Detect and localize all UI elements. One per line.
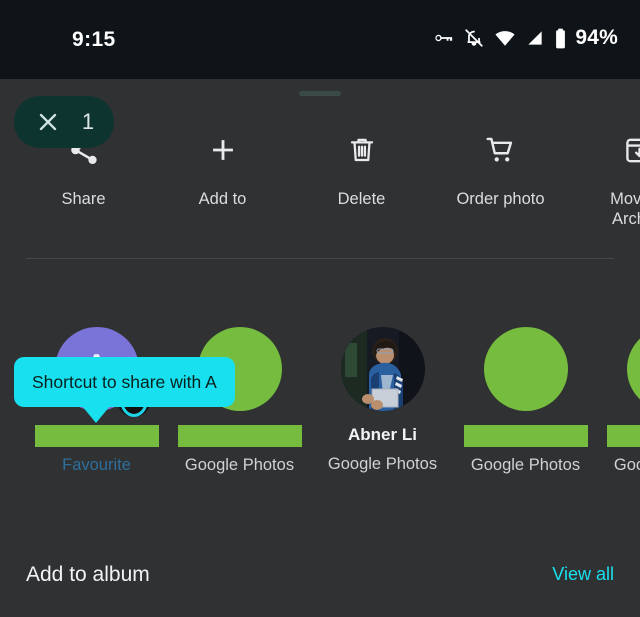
notifications-muted-icon: [463, 27, 485, 49]
share-sheet: Share Add to Delete Order photo Mov Arc …: [0, 79, 640, 617]
drag-handle[interactable]: [299, 91, 341, 96]
status-bar: 9:15 94%: [0, 0, 640, 79]
share-shortcut-tooltip[interactable]: Shortcut to share with A: [14, 357, 235, 423]
status-icons: 94%: [432, 26, 618, 50]
divider: [26, 258, 614, 259]
share-target-subtitle: Google Photos: [184, 456, 295, 474]
action-delete[interactable]: Delete: [292, 109, 431, 244]
name-placeholder-bar: [34, 425, 159, 447]
share-target-subtitle: Favourite: [62, 456, 131, 474]
wifi-icon: [494, 27, 516, 49]
share-target-2[interactable]: Google Photos: [168, 327, 311, 497]
action-add-to[interactable]: Add to: [153, 109, 292, 244]
cart-icon: [484, 127, 518, 173]
share-target-abner-li[interactable]: Abner Li Google Photos: [311, 327, 454, 497]
name-placeholder-bar: [177, 425, 302, 447]
action-label: Order photo: [456, 190, 545, 208]
close-icon[interactable]: [34, 108, 62, 136]
view-all-link[interactable]: View all: [552, 564, 614, 585]
battery-icon: [554, 28, 567, 49]
avatar: [340, 327, 425, 411]
cellular-signal-icon: [525, 28, 545, 48]
avatar-photo: [340, 327, 425, 411]
battery-percent: 94%: [575, 26, 618, 49]
name-placeholder-bar: [463, 425, 588, 447]
tooltip-text: Shortcut to share with A: [32, 372, 217, 392]
action-move-to-archive[interactable]: Move to Archive: [570, 109, 640, 244]
delete-icon: [346, 127, 378, 173]
action-label: Move to Archive: [610, 190, 640, 228]
avatar: [626, 327, 640, 411]
share-target-subtitle: Google Photos: [327, 455, 438, 473]
share-target-4[interactable]: Google Photos: [454, 327, 597, 497]
add-to-album-title: Add to album: [26, 562, 150, 586]
action-label: Add to: [198, 190, 247, 208]
action-label: Share: [61, 190, 106, 208]
vpn-key-icon: [432, 27, 454, 49]
tooltip-tail: [82, 406, 110, 423]
add-to-album-row: Add to album View all: [0, 542, 640, 617]
selection-count-chip[interactable]: 1: [14, 96, 114, 148]
selection-count: 1: [81, 109, 95, 134]
avatar: [483, 327, 568, 411]
action-label: Delete: [337, 190, 386, 208]
share-target-5[interactable]: Google Photos: [597, 327, 640, 497]
name-placeholder-bar: [606, 425, 640, 447]
archive-icon: [623, 127, 640, 173]
share-target-subtitle: Google Photos: [613, 456, 640, 474]
action-order-photo[interactable]: Order photo: [431, 109, 570, 244]
share-target-subtitle: Google Photos: [470, 456, 581, 474]
status-time: 9:15: [72, 28, 116, 51]
share-target-name: Abner Li: [348, 425, 417, 444]
add-icon: [206, 127, 240, 173]
